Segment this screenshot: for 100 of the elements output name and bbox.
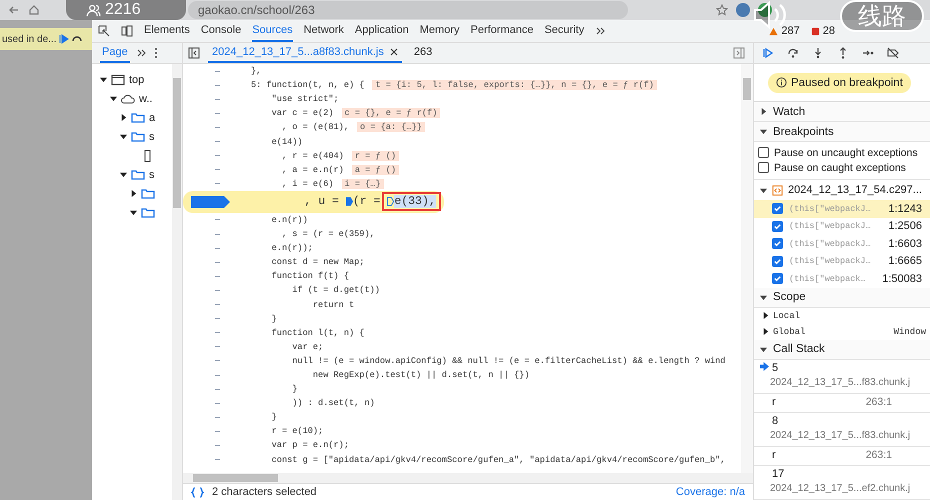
call-frame-row[interactable]: 8 2024_12_13_17_5...f83.chunk.j bbox=[754, 412, 930, 446]
call-frame-row[interactable]: r 263:1 bbox=[754, 446, 930, 466]
tree-toggle-icon[interactable] bbox=[100, 76, 107, 83]
scrollbar[interactable] bbox=[172, 64, 182, 500]
inline-breakpoint-icon[interactable] bbox=[346, 197, 353, 206]
step-over-icon[interactable] bbox=[72, 34, 82, 44]
panel-tab[interactable]: Security bbox=[544, 20, 584, 42]
call-frame-name[interactable]: 5 bbox=[772, 362, 778, 374]
checkbox-label[interactable]: Pause on caught exceptions bbox=[774, 162, 906, 174]
resume-icon[interactable] bbox=[762, 47, 774, 59]
scrollbar[interactable] bbox=[183, 473, 753, 483]
star-icon[interactable] bbox=[716, 4, 728, 16]
tree-toggle-icon[interactable] bbox=[110, 95, 117, 102]
call-frame-location[interactable]: 2024_12_13_17_5...f83.chunk.j bbox=[760, 376, 924, 388]
breakpoint-marker-icon[interactable] bbox=[191, 196, 231, 208]
checkbox[interactable] bbox=[772, 220, 783, 232]
resume-icon[interactable] bbox=[59, 34, 70, 44]
code-text: , u = bbox=[303, 195, 340, 208]
folder-icon bbox=[141, 206, 155, 218]
call-frame-location[interactable]: 263:1 bbox=[866, 448, 892, 460]
file-tab[interactable]: 2024_12_13_17_5...a8f83.chunk.js bbox=[208, 43, 402, 63]
more-options-icon[interactable] bbox=[154, 47, 158, 59]
checkbox[interactable] bbox=[772, 256, 783, 267]
panel-tab[interactable]: Elements bbox=[144, 20, 190, 42]
checkbox[interactable] bbox=[772, 238, 783, 250]
deactivate-breakpoints-icon[interactable] bbox=[887, 47, 899, 59]
expand-arrow-icon[interactable] bbox=[760, 346, 767, 352]
panel-tab[interactable]: Console bbox=[200, 20, 242, 42]
call-frame-name[interactable]: 8 bbox=[772, 414, 778, 426]
section-header[interactable]: Breakpoints bbox=[754, 122, 930, 142]
home-icon[interactable] bbox=[28, 4, 40, 16]
call-frame-row[interactable]: 5 2024_12_13_17_5...f83.chunk.j bbox=[754, 360, 930, 394]
step-into-icon[interactable] bbox=[812, 47, 824, 59]
scope-name[interactable]: Global bbox=[773, 326, 806, 336]
sidebar-toggle-icon[interactable] bbox=[733, 47, 745, 59]
address-field[interactable]: gaokao.cn/school/263 bbox=[188, 1, 628, 19]
call-frame-row[interactable]: 17 2024_12_13_17_5...ef2.chunk.j bbox=[754, 466, 930, 500]
tree-item-label[interactable]: s bbox=[149, 168, 154, 180]
more-tabs-icon[interactable] bbox=[136, 47, 148, 59]
breakpoint-code: (this["webpackJ… bbox=[789, 238, 871, 249]
expand-arrow-icon[interactable] bbox=[760, 128, 767, 135]
tree-toggle-icon[interactable] bbox=[120, 133, 127, 140]
breakpoint-row[interactable]: (this["webpackJ… 1:6603 bbox=[754, 235, 930, 252]
code-line: const g = ["apidata/api/gkv4/recomScore/gufen_a", "apidata/api/gkv4/recomScore/gufen_b", bbox=[270, 454, 726, 465]
close-icon[interactable] bbox=[390, 48, 398, 56]
file-tab[interactable]: 263 bbox=[410, 43, 436, 63]
checkbox[interactable] bbox=[772, 273, 783, 284]
call-frame-name[interactable]: 17 bbox=[772, 468, 784, 480]
tree-toggle-icon[interactable] bbox=[120, 171, 127, 178]
panel-tab[interactable]: Application bbox=[354, 20, 409, 42]
section-header[interactable]: Scope bbox=[754, 288, 930, 308]
section-header[interactable]: Call Stack bbox=[754, 340, 930, 360]
tree-toggle-icon[interactable] bbox=[130, 209, 137, 216]
breakpoint-row[interactable]: (this["webpack… 1:50083 bbox=[754, 270, 930, 288]
panel-tab[interactable]: Memory bbox=[420, 20, 460, 42]
breakpoint-file-name[interactable]: 2024_12_13_17_54.c297... bbox=[788, 184, 922, 196]
panel-tab[interactable]: Performance bbox=[470, 20, 534, 42]
tree-toggle-icon[interactable] bbox=[130, 190, 137, 197]
breakpoint-row[interactable]: (this["webpackJ… 1:2506 bbox=[754, 218, 930, 235]
tree-toggle-icon[interactable] bbox=[762, 312, 769, 319]
warning-count[interactable]: 287 bbox=[781, 25, 800, 37]
device-icon[interactable] bbox=[121, 25, 133, 37]
expand-arrow-icon[interactable] bbox=[760, 294, 767, 300]
back-icon[interactable] bbox=[8, 4, 20, 16]
checkbox[interactable] bbox=[758, 162, 769, 173]
inline-breakpoint-icon[interactable] bbox=[387, 197, 394, 206]
call-frame-name[interactable]: r bbox=[772, 448, 776, 460]
section-header[interactable]: Watch bbox=[754, 102, 930, 122]
checkbox[interactable] bbox=[772, 203, 783, 214]
tree-item-label[interactable]: a bbox=[149, 112, 156, 124]
more-tabs-icon[interactable] bbox=[595, 25, 608, 37]
scope-name[interactable]: Local bbox=[773, 310, 800, 320]
coverage-link[interactable]: Coverage: n/a bbox=[676, 486, 745, 498]
extension-icon[interactable] bbox=[758, 3, 772, 17]
call-frame-location[interactable]: 2024_12_13_17_5...ef2.chunk.j bbox=[760, 482, 924, 494]
tree-item-label[interactable]: w.. bbox=[139, 92, 152, 104]
checkbox[interactable] bbox=[758, 147, 769, 158]
inspect-icon[interactable] bbox=[98, 25, 110, 37]
tree-toggle-icon[interactable] bbox=[762, 328, 769, 335]
pretty-print-icon[interactable] bbox=[191, 486, 204, 498]
extension-icon[interactable] bbox=[736, 3, 750, 17]
call-frame-row[interactable]: r 263:1 bbox=[754, 394, 930, 412]
error-count[interactable]: 28 bbox=[822, 25, 835, 37]
breakpoint-row[interactable]: (this["webpackJ… 1:1243 bbox=[754, 200, 930, 218]
breakpoint-row[interactable]: (this["webpackJ… 1:6665 bbox=[754, 252, 930, 270]
checkbox-label[interactable]: Pause on uncaught exceptions bbox=[774, 146, 918, 158]
code-line: r = e(10); bbox=[270, 426, 324, 436]
tree-item-label[interactable]: top bbox=[129, 74, 144, 86]
tree-toggle-icon[interactable] bbox=[760, 186, 767, 194]
call-frame-name[interactable]: r bbox=[772, 396, 776, 408]
tree-item-label[interactable]: s bbox=[149, 130, 154, 142]
scrollbar[interactable] bbox=[741, 64, 753, 473]
step-over-icon[interactable] bbox=[787, 47, 799, 59]
sidebar-toggle-icon[interactable] bbox=[188, 47, 200, 59]
call-frame-location[interactable]: 2024_12_13_17_5...f83.chunk.j bbox=[760, 430, 924, 440]
tree-toggle-icon[interactable] bbox=[120, 114, 127, 121]
panel-tab[interactable]: Network bbox=[304, 20, 344, 42]
expand-arrow-icon[interactable] bbox=[760, 108, 767, 115]
call-frame-location[interactable]: 263:1 bbox=[866, 396, 892, 408]
code-line: e.n(r)); bbox=[270, 243, 313, 254]
